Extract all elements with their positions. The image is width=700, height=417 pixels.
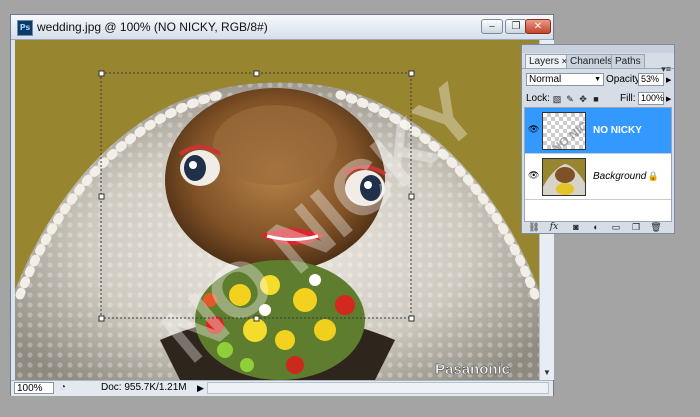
tab-layers-label: Layers [529,56,560,67]
layers-panel: Layers ✕ Channels Paths ▾≡ Normal ▼ Opaci… [521,44,675,234]
eye-icon[interactable]: 👁 [528,124,539,134]
chevron-down-icon: ▼ [594,76,601,83]
blend-mode-select[interactable]: Normal ▼ [526,73,604,86]
panel-grip[interactable] [522,45,674,53]
layer-row-no-nicky[interactable]: 👁 NO NICKY NO NICKY [525,108,671,154]
wedding-photo: NO NICKY Pasanonic [15,40,539,380]
fill-slider-arrow-icon[interactable]: ▶ [666,95,671,103]
tab-layers[interactable]: Layers ✕ [525,54,572,68]
trash-icon[interactable]: 🗑 [650,221,662,233]
new-layer-icon[interactable]: ❐ [630,221,642,233]
layer-name[interactable]: Background [593,171,646,183]
document-window[interactable]: Ps wedding.jpg @ 100% (NO NICKY, RGB/8#)… [10,14,554,396]
tab-paths[interactable]: Paths [611,54,645,68]
minimize-button[interactable]: ‒ [481,19,503,34]
blend-mode-value: Normal [529,74,562,85]
document-title: wedding.jpg @ 100% (NO NICKY, RGB/8#) [37,20,268,34]
restore-button[interactable]: ❐ [505,19,527,34]
lock-label: Lock: [526,93,550,104]
close-button[interactable]: ✕ [525,19,551,34]
fill-field[interactable]: 100% [638,92,664,105]
panel-footer: ⛓ fx ◙ ◐ ▭ ❐ 🗑 [522,221,674,233]
lock-position-icon[interactable]: ✥ [578,94,588,104]
lock-all-icon[interactable]: ■ [591,94,601,104]
mask-icon[interactable]: ◙ [570,221,582,233]
brand-text: Pasanonic [435,361,510,378]
lock-transparency-icon[interactable]: ▧ [552,94,562,104]
scroll-down-arrow-icon[interactable]: ▼ [541,367,553,379]
layer-thumbnail [542,158,586,196]
status-menu-arrow-icon[interactable]: ▶ [197,382,204,394]
image-canvas[interactable]: NO NICKY Pasanonic [15,40,539,380]
panel-tabs: Layers ✕ Channels Paths ▾≡ [522,54,674,74]
layer-thumbnail: NO NICKY [542,112,586,150]
lock-brush-icon[interactable]: ✎ [565,94,575,104]
photoshop-app-icon: Ps [17,20,33,36]
tab-channels[interactable]: Channels [566,54,617,68]
layer-lock-icon: 🔒 [647,171,659,181]
group-icon[interactable]: ▭ [610,221,622,233]
status-preview-icon[interactable]: ◔ [57,382,69,394]
svg-text:NO NICKY: NO NICKY [549,113,586,150]
document-size-info: Doc: 955.7K/1.21M [101,382,187,393]
fx-icon[interactable]: fx [548,221,560,233]
status-bar: 100% ◔ Doc: 955.7K/1.21M ▶ [11,380,553,396]
document-titlebar[interactable]: Ps wedding.jpg @ 100% (NO NICKY, RGB/8#)… [11,15,553,40]
opacity-slider-arrow-icon[interactable]: ▶ [666,76,671,84]
layer-name[interactable]: NO NICKY [593,125,642,137]
horizontal-scrollbar[interactable] [207,382,549,394]
layers-list: 👁 NO NICKY NO NICKY 👁 Background 🔒 [524,107,672,222]
link-icon[interactable]: ⛓ [528,221,540,233]
eye-icon[interactable]: 👁 [528,170,539,180]
fill-label: Fill: [620,93,636,104]
adjustment-icon[interactable]: ◐ [590,221,602,233]
zoom-level-field[interactable]: 100% [14,382,54,394]
layer-row-background[interactable]: 👁 Background 🔒 [525,154,671,200]
opacity-field[interactable]: 53% [638,73,664,86]
